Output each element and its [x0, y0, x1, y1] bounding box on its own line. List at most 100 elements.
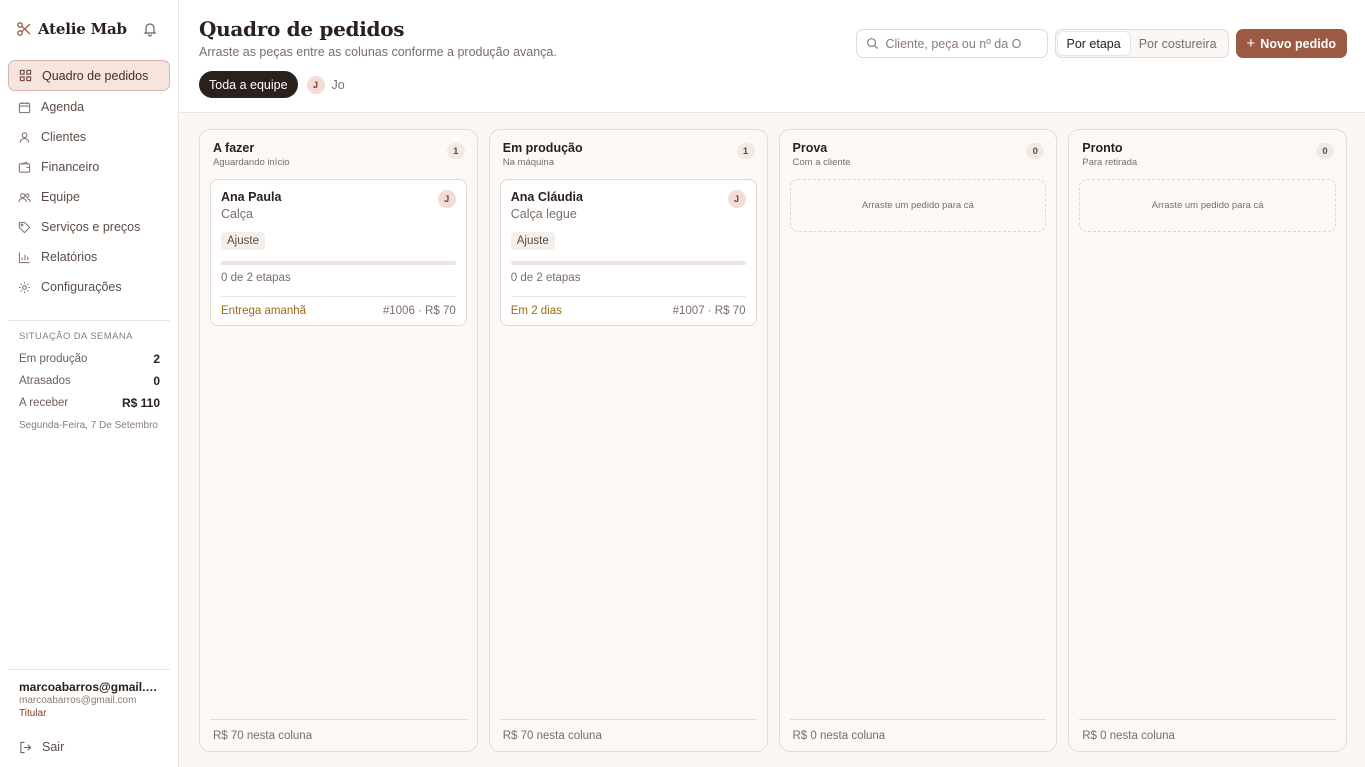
column-count-badge: 1 — [736, 143, 755, 159]
card-header: Ana Paula Calça J — [221, 190, 456, 221]
view-option-por-etapa[interactable]: Por etapa — [1057, 32, 1130, 55]
progress-bar — [221, 261, 456, 265]
nav-item-financeiro[interactable]: Financeiro — [8, 152, 170, 182]
order-meta: #1006 · R$ 70 — [382, 305, 456, 317]
drop-zone[interactable]: Arraste um pedido para cá — [1079, 179, 1336, 232]
steps-text: 0 de 2 etapas — [510, 272, 746, 297]
card-footer: Entrega amanhã #1006 · R$ 70 — [221, 297, 456, 325]
column-body: Arraste um pedido para cá — [780, 168, 1057, 719]
nav-item-servicos-e-precos[interactable]: Serviços e preços — [8, 212, 170, 242]
nav-item-clientes[interactable]: Clientes — [8, 122, 170, 152]
column-count-badge: 1 — [446, 143, 465, 159]
member-name: Jo — [331, 77, 345, 92]
tag-icon — [18, 221, 31, 233]
column-body: Arraste um pedido para cá — [1069, 168, 1346, 719]
column-subtitle: Para retirada — [1082, 157, 1138, 168]
team-member-filter[interactable]: J Jo — [306, 75, 345, 94]
week-row-em-producao: Em produção 2 — [19, 348, 168, 370]
sidebar-bottom: marcoabarros@gmail.com marcoabarros@gmai… — [8, 669, 170, 767]
column-title: A fazer — [213, 141, 255, 155]
column-count-badge: 0 — [1316, 143, 1334, 159]
column-title: Prova — [792, 141, 828, 155]
column-prova: Prova Com a cliente 0 Arraste um pedido … — [778, 129, 1058, 752]
column-subtitle: Na máquina — [502, 157, 554, 168]
due-date: Em 2 dias — [510, 305, 562, 317]
card-header: Ana Cláudia Calça legue J — [511, 190, 746, 221]
nav-item-agenda[interactable]: Agenda — [8, 92, 170, 122]
nav-label: Financeiro — [41, 160, 100, 174]
service-tag: Ajuste — [510, 232, 555, 250]
bell-icon[interactable] — [142, 21, 158, 37]
search-input[interactable] — [885, 36, 1038, 51]
order-card[interactable]: Ana Paula Calça J Ajuste 0 de 2 etapas E… — [210, 179, 467, 326]
avatar: J — [306, 75, 325, 94]
progress-bar — [510, 261, 746, 265]
column-header: A fazer Aguardando início 1 — [200, 130, 477, 168]
user-role: Titular — [19, 708, 47, 719]
new-order-label: Novo pedido — [1260, 36, 1336, 51]
nav-label: Equipe — [41, 190, 80, 204]
card-client: Ana Paula — [221, 190, 282, 204]
scissors-icon — [17, 22, 31, 36]
new-order-button[interactable]: + Novo pedido — [1235, 29, 1347, 58]
order-meta: #1007 · R$ 70 — [672, 305, 746, 317]
nav-label: Quadro de pedidos — [42, 68, 149, 83]
avatar: J — [437, 190, 456, 208]
column-pronto: Pronto Para retirada 0 Arraste um pedido… — [1068, 129, 1347, 752]
view-option-por-costureira[interactable]: Por costureira — [1130, 32, 1226, 55]
header-tools: Por etapa Por costureira + Novo pedido — [855, 29, 1347, 58]
search-icon — [866, 38, 878, 50]
logout-icon — [20, 741, 32, 753]
week-row-atrasados: Atrasados 0 — [19, 370, 168, 392]
kanban-board: A fazer Aguardando início 1 Ana Paula Ca… — [179, 113, 1365, 767]
column-title: Pronto — [1082, 141, 1123, 155]
column-body: Ana Cláudia Calça legue J Ajuste 0 de 2 … — [490, 168, 767, 719]
week-summary-title: Situação da semana — [19, 331, 133, 342]
week-summary: Situação da semana Em produção 2 Atrasad… — [8, 320, 170, 431]
column-em-producao: Em produção Na máquina 1 Ana Cláudia Cal… — [488, 129, 768, 752]
nav-item-equipe[interactable]: Equipe — [8, 182, 170, 212]
column-count-badge: 0 — [1026, 143, 1045, 159]
steps-text: 0 de 2 etapas — [221, 272, 456, 297]
week-row-value: 2 — [153, 352, 160, 366]
week-row-label: Atrasados — [19, 375, 71, 387]
grid-icon — [19, 69, 32, 82]
gear-icon — [18, 281, 31, 293]
team-filter-all[interactable]: Toda a equipe — [199, 71, 298, 98]
user-icon — [19, 131, 30, 143]
order-card[interactable]: Ana Cláudia Calça legue J Ajuste 0 de 2 … — [499, 179, 757, 326]
main-content: Quadro de pedidos Arraste as peças entre… — [179, 0, 1365, 767]
card-footer: Em 2 dias #1007 · R$ 70 — [511, 297, 746, 325]
nav-label: Relatórios — [41, 250, 98, 264]
column-body: Ana Paula Calça J Ajuste 0 de 2 etapas E… — [200, 168, 477, 719]
service-tag: Ajuste — [221, 232, 265, 250]
week-row-a-receber: A receber R$ 110 — [19, 392, 168, 414]
avatar: J — [727, 190, 746, 208]
drop-zone[interactable]: Arraste um pedido para cá — [789, 179, 1047, 232]
sidebar: Atelie Mab Quadro de pedidos Agenda Clie… — [0, 0, 179, 767]
main-nav: Quadro de pedidos Agenda Clientes Financ… — [8, 60, 170, 302]
nav-item-relatorios[interactable]: Relatórios — [8, 242, 170, 272]
nav-item-configuracoes[interactable]: Configurações — [8, 272, 170, 302]
column-total: R$ 70 nesta coluna — [210, 719, 467, 751]
column-subtitle: Aguardando início — [213, 157, 290, 168]
users-icon — [18, 192, 31, 202]
search-box[interactable] — [855, 29, 1048, 58]
nav-label: Serviços e preços — [41, 220, 141, 234]
nav-label: Agenda — [41, 100, 85, 114]
week-row-label: A receber — [19, 397, 69, 409]
logout-label: Sair — [42, 740, 65, 754]
user-card[interactable]: marcoabarros@gmail.com marcoabarros@gmai… — [8, 669, 170, 727]
wallet-icon — [18, 161, 31, 173]
logout-button[interactable]: Sair — [8, 727, 170, 767]
calendar-icon — [18, 101, 31, 113]
user-email: marcoabarros@gmail.com — [19, 695, 137, 706]
nav-item-quadro-de-pedidos[interactable]: Quadro de pedidos — [8, 60, 170, 91]
page-header: Quadro de pedidos Arraste as peças entre… — [179, 0, 1365, 113]
nav-label: Configurações — [41, 280, 122, 294]
plus-icon: + — [1246, 35, 1256, 52]
column-title: Em produção — [502, 141, 583, 155]
week-row-value: 0 — [153, 374, 160, 388]
column-header: Prova Com a cliente 0 — [780, 130, 1057, 168]
card-item: Calça — [221, 207, 253, 221]
